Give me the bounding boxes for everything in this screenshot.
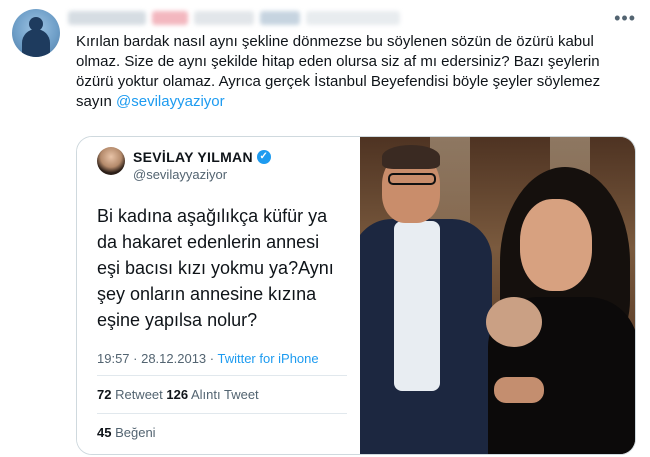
divider [97,375,347,376]
woman-shoulder-shape [486,297,542,347]
quoted-author-avatar [97,147,125,175]
hands-shape [494,377,544,403]
man-shirt-shape [394,221,440,391]
quoted-display-name: SEVİLAY YILMAN [133,149,253,165]
author-name-redacted [68,8,400,30]
media-photo[interactable] [360,137,635,454]
avatar-body-shape [22,29,50,57]
like-label: Beğeni [111,425,156,440]
tweet-body: Kırılan bardak nasıl aynı şekline dönmez… [76,32,636,112]
glasses-shape [388,173,436,185]
quoted-likes: 45 Beğeni [97,425,156,440]
quoted-handle: @sevilayyaziyor [133,167,228,182]
like-count: 45 [97,425,112,440]
quoted-timestamp: 19:57 · 28.12.2013 · Twitter for iPhone [97,351,319,366]
author-avatar[interactable] [12,9,60,57]
verified-badge-icon: ✓ [256,150,271,164]
quoted-stats: 72 Retweet 126 Alıntı Tweet [97,387,259,402]
man-hair-shape [382,145,440,169]
quote-count: 126 [166,387,189,402]
retweet-label: Retweet [111,387,167,402]
retweet-count: 72 [97,387,112,402]
quoted-tweet-screenshot: SEVİLAY YILMAN ✓ @sevilayyaziyor Bi kadı… [87,141,351,451]
more-options-icon[interactable]: ••• [614,8,636,29]
tweet-media[interactable]: SEVİLAY YILMAN ✓ @sevilayyaziyor Bi kadı… [76,136,636,455]
mention-link[interactable]: @sevilayyaziyor [116,93,225,110]
quote-label: Alıntı Tweet [188,387,259,402]
quoted-time: 19:57 · 28.12.2013 · [97,351,218,366]
quoted-tweet-text: Bi kadına aşağılıkça küfür ya da hakaret… [97,206,334,330]
woman-face-shape [520,199,592,291]
quoted-author-name: SEVİLAY YILMAN ✓ [133,149,271,165]
divider [97,413,347,414]
media-screenshot-image[interactable]: SEVİLAY YILMAN ✓ @sevilayyaziyor Bi kadı… [77,137,360,454]
quoted-source: Twitter for iPhone [217,351,319,366]
